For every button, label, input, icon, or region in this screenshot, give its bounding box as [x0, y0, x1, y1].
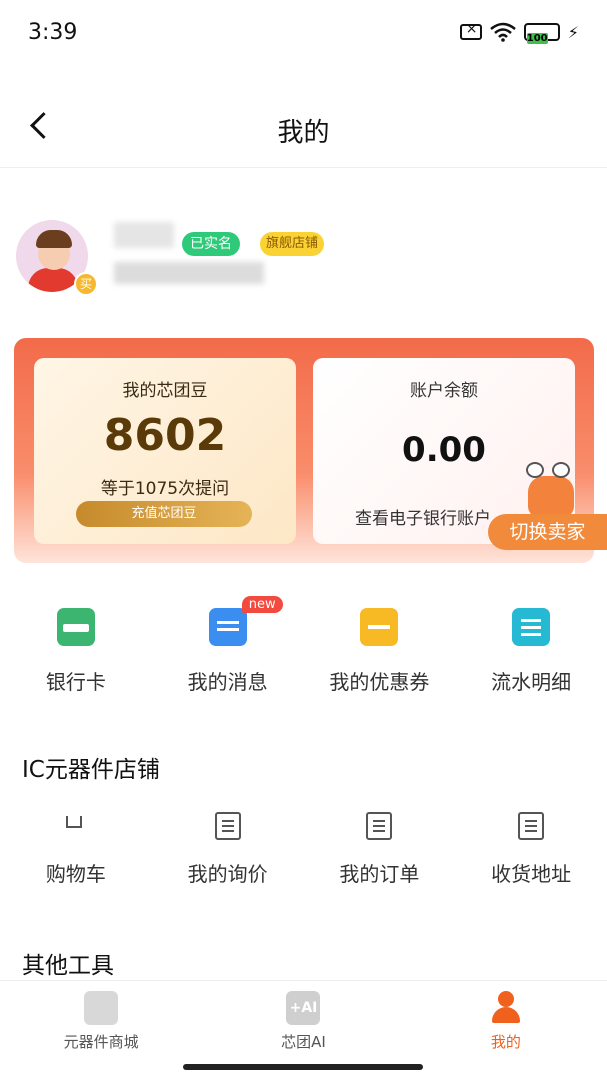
avatar-body: [28, 268, 78, 292]
coupon-icon: [360, 608, 399, 646]
address-item[interactable]: 收货地址: [455, 802, 607, 902]
statement-icon: [512, 608, 551, 646]
cart-basket: [65, 816, 82, 828]
address-icon: [518, 812, 545, 840]
nav-item-mall[interactable]: 元器件商城: [0, 981, 202, 1080]
user-icon: [489, 991, 523, 1025]
nav-item-mine[interactable]: 我的: [405, 981, 607, 1080]
message-lines: [216, 621, 239, 624]
buyer-badge: 买: [74, 272, 98, 296]
mascot-eye-right: [552, 462, 570, 478]
wifi-icon: [489, 22, 516, 42]
chip-icon: [84, 991, 119, 1025]
inquiry-label: 我的询价: [187, 862, 268, 886]
ic-store-actions: 购物车 我的询价 我的订单 收货地址: [0, 802, 607, 902]
address-label: 收货地址: [491, 862, 572, 886]
header: 我的: [0, 90, 607, 168]
bank-card-icon: [56, 608, 95, 646]
mascot-body: [528, 476, 574, 518]
inquiry-item[interactable]: 我的询价: [152, 802, 304, 902]
bank-card-label: 银行卡: [45, 670, 106, 694]
user-icon-body: [491, 1007, 520, 1023]
orders-item[interactable]: 我的订单: [304, 802, 456, 902]
messages-item[interactable]: new 我的消息: [152, 596, 304, 706]
statement-lines: [521, 619, 542, 622]
statement-label: 流水明细: [491, 670, 572, 694]
cart-icon: [62, 812, 89, 840]
status-icons: 100 ⚡: [459, 21, 579, 44]
charging-icon: ⚡: [567, 22, 579, 42]
statement-item[interactable]: 流水明细: [455, 596, 607, 706]
username-redacted: [114, 222, 174, 248]
account-id-redacted: [114, 262, 264, 284]
no-sim-icon: [459, 21, 482, 40]
nav-label-ai: 芯团AI: [281, 1033, 326, 1051]
bank-card-item[interactable]: 银行卡: [0, 596, 152, 706]
cart-label: 购物车: [45, 862, 106, 886]
beans-title: 我的芯团豆: [122, 381, 208, 401]
coupons-label: 我的优惠券: [329, 670, 430, 694]
beans-value: 8602: [103, 410, 227, 461]
ebank-account-link[interactable]: 查看电子银行账户: [355, 504, 491, 529]
new-badge: new: [241, 596, 283, 613]
quick-actions: 银行卡 new 我的消息 我的优惠券 流水明细: [0, 596, 607, 706]
orders-label: 我的订单: [339, 862, 420, 886]
avatar-hair: [36, 230, 72, 248]
verified-badge: 已实名: [182, 232, 240, 256]
status-bar: 3:39 100 ⚡: [0, 0, 607, 68]
other-tools-title: 其他工具: [22, 953, 114, 979]
status-time: 3:39: [28, 20, 78, 45]
beans-equivalent: 等于1075次提问: [100, 479, 230, 499]
address-lines: [525, 820, 538, 822]
bank-card-stripe: [62, 624, 89, 632]
nav-label-mall: 元器件商城: [63, 1033, 139, 1051]
balance-title: 账户余额: [410, 381, 478, 401]
ic-store-title: IC元器件店铺: [22, 757, 160, 783]
nav-label-mine: 我的: [490, 1033, 521, 1051]
mascot-icon: [520, 462, 580, 520]
flagship-store-badge: 旗舰店铺: [260, 232, 325, 256]
home-indicator[interactable]: [183, 1064, 423, 1070]
user-icon-head: [497, 991, 514, 1007]
mascot-eye-left: [526, 462, 544, 478]
coupon-line: [368, 625, 391, 629]
battery-level: 100: [526, 33, 548, 44]
switch-seller-button[interactable]: 切换卖家: [488, 514, 607, 550]
order-icon: [366, 812, 393, 840]
page-title: 我的: [277, 118, 330, 148]
coupons-item[interactable]: 我的优惠券: [304, 596, 456, 706]
order-lines: [373, 820, 386, 822]
battery-icon: 100: [523, 23, 560, 44]
inquiry-lines: [221, 820, 234, 822]
ai-icon: +AI: [286, 991, 321, 1025]
cart-item[interactable]: 购物车: [0, 802, 152, 902]
inquiry-icon: [214, 812, 241, 840]
recharge-beans-button[interactable]: 充值芯团豆: [76, 501, 252, 527]
messages-label: 我的消息: [187, 670, 268, 694]
message-icon: [208, 608, 247, 646]
